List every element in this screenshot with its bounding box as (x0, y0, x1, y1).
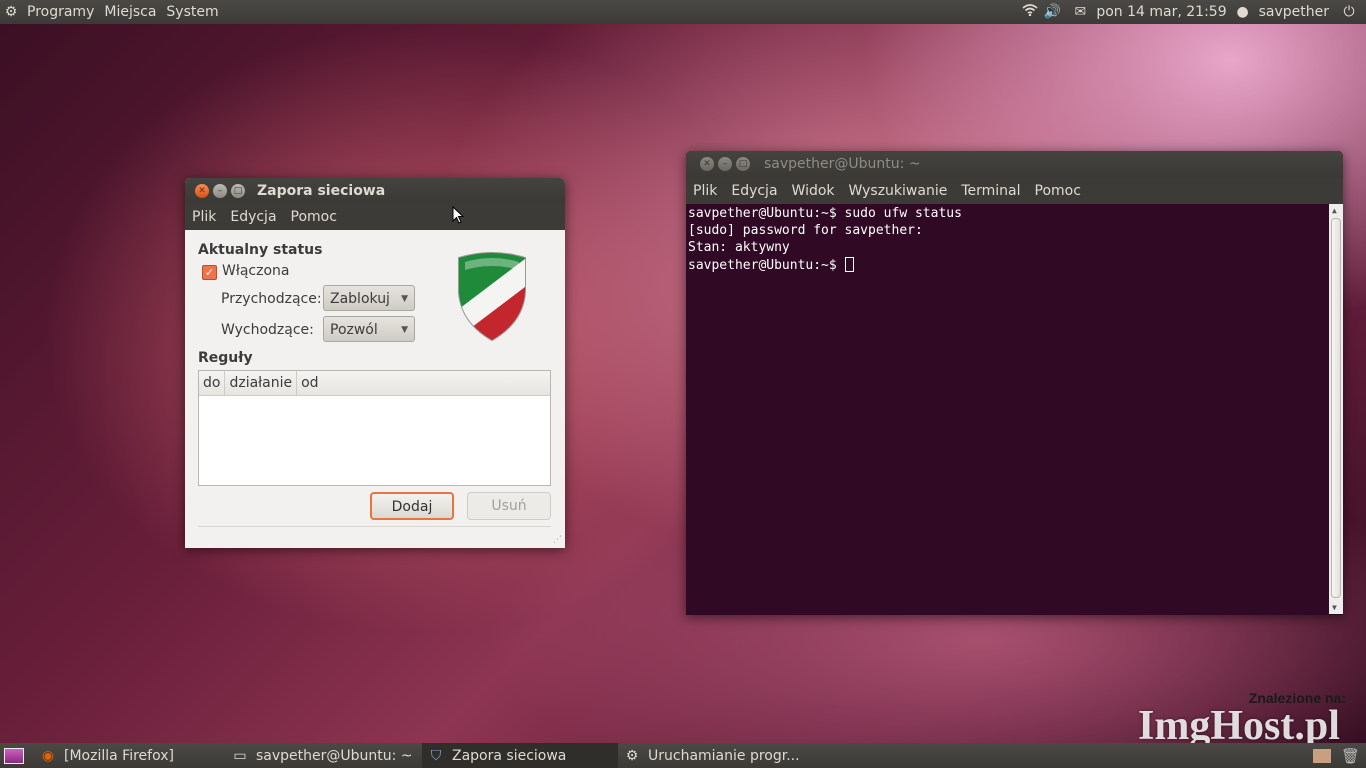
scrollbar-thumb[interactable] (1331, 218, 1341, 598)
minimize-icon[interactable]: – (718, 157, 732, 171)
column-dzialanie[interactable]: działanie (225, 371, 298, 395)
task-launching[interactable]: ⚙ Uruchamianie progr... (618, 743, 814, 768)
task-firewall[interactable]: ⛉ Zapora sieciowa (422, 743, 618, 768)
menu-programy[interactable]: Programy (22, 4, 99, 20)
task-label: [Mozilla Firefox] (64, 747, 174, 764)
menu-miejsca[interactable]: Miejsca (99, 4, 161, 20)
top-panel: ⚙ Programy Miejsca System 🔊 ✉ pon 14 mar… (0, 0, 1366, 24)
column-od[interactable]: od (297, 371, 322, 395)
incoming-label: Przychodzące: (221, 291, 322, 307)
resize-grip-icon[interactable]: ⋰ (553, 535, 562, 545)
firewall-titlebar[interactable]: ✕ – □ Zapora sieciowa (185, 178, 565, 204)
incoming-value: Zablokuj (330, 291, 390, 307)
terminal-titlebar[interactable]: ✕ – □ savpether@Ubuntu: ~ (686, 151, 1343, 177)
watermark: Znalezione na: ImgHost.pl (1138, 690, 1358, 749)
separator (198, 526, 551, 527)
menu-plik[interactable]: Plik (185, 209, 223, 225)
task-label: savpether@Ubuntu: ~ (256, 747, 413, 764)
firewall-shield-icon (458, 252, 526, 342)
wifi-icon[interactable] (1019, 4, 1041, 20)
show-desktop-button[interactable] (0, 743, 34, 768)
task-terminal[interactable]: ▭ savpether@Ubuntu: ~ (226, 743, 422, 768)
window-title: Zapora sieciowa (257, 183, 386, 199)
indicator-area: 🔊 ✉ pon 14 mar, 21:59 ● savpether ⏻ (1019, 4, 1366, 20)
terminal-scrollbar[interactable]: ▲ ▼ (1329, 204, 1343, 614)
maximize-icon[interactable]: □ (736, 157, 750, 171)
user-name[interactable]: savpether (1254, 4, 1334, 20)
scroll-down-icon[interactable]: ▼ (1332, 603, 1337, 612)
terminal-menubar: Plik Edycja Widok Wyszukiwanie Terminal … (686, 177, 1343, 204)
desktop-icon (4, 747, 24, 764)
menu-terminal[interactable]: Terminal (954, 183, 1027, 199)
window-title: savpether@Ubuntu: ~ (764, 156, 921, 172)
rules-table[interactable]: do działanie od (198, 370, 551, 486)
menu-edycja[interactable]: Edycja (724, 183, 784, 199)
terminal-output[interactable]: savpether@Ubuntu:~$ sudo ufw status [sud… (686, 204, 1343, 614)
mail-icon[interactable]: ✉ (1069, 4, 1091, 20)
outgoing-value: Pozwól (330, 322, 378, 338)
outgoing-select[interactable]: Pozwól ▼ (323, 316, 415, 342)
tray-right: 🗑 (1312, 747, 1360, 765)
add-button[interactable]: Dodaj (370, 492, 454, 520)
status-heading: Aktualny status (198, 242, 323, 258)
menu-wyszukiwanie[interactable]: Wyszukiwanie (842, 183, 955, 199)
enabled-label: Włączona (222, 263, 290, 279)
bottom-panel: ◉ [Mozilla Firefox] ▭ savpether@Ubuntu: … (0, 743, 1366, 768)
menu-edycja[interactable]: Edycja (223, 209, 283, 225)
terminal-line: savpether@Ubuntu:~$ sudo ufw status (688, 206, 962, 221)
chevron-down-icon: ▼ (401, 294, 408, 304)
terminal-line: Stan: aktywny (688, 240, 790, 255)
task-firefox[interactable]: ◉ [Mozilla Firefox] (34, 743, 226, 768)
shield-icon: ⛉ (430, 747, 442, 764)
workspace-switcher-icon[interactable] (1312, 748, 1331, 763)
prompt-text: savpether@Ubuntu:~$ (688, 258, 845, 273)
rules-heading: Reguły (198, 350, 253, 366)
menu-widok[interactable]: Widok (785, 183, 842, 199)
volume-icon[interactable]: 🔊 (1041, 4, 1063, 20)
menu-system[interactable]: System (161, 4, 223, 20)
terminal-icon: ▭ (233, 747, 247, 764)
enabled-checkbox[interactable]: ✓ (202, 265, 217, 280)
user-status-icon[interactable]: ● (1232, 4, 1254, 20)
rules-table-header: do działanie od (199, 371, 550, 396)
firefox-icon: ◉ (41, 747, 55, 764)
menu-pomoc[interactable]: Pomoc (1028, 183, 1088, 199)
watermark-line1: Znalezione na: (1248, 690, 1346, 706)
terminal-prompt: savpether@Ubuntu:~$ (688, 257, 854, 273)
firewall-menubar: Plik Edycja Pomoc (185, 204, 565, 230)
mouse-pointer-icon (452, 205, 465, 228)
task-label: Uruchamianie progr... (648, 747, 800, 764)
chevron-down-icon: ▼ (401, 325, 408, 335)
firewall-body: Aktualny status ✓ Włączona Przychodzące:… (185, 230, 565, 548)
text-cursor (844, 257, 854, 272)
trash-icon[interactable]: 🗑 (1341, 747, 1360, 765)
firewall-window: ✕ – □ Zapora sieciowa Plik Edycja Pomoc … (185, 178, 565, 548)
scroll-up-icon[interactable]: ▲ (1332, 206, 1337, 215)
minimize-icon[interactable]: – (213, 184, 227, 198)
terminal-window: ✕ – □ savpether@Ubuntu: ~ Plik Edycja Wi… (686, 151, 1343, 615)
column-do[interactable]: do (199, 371, 226, 395)
task-label: Zapora sieciowa (452, 747, 567, 764)
clock[interactable]: pon 14 mar, 21:59 (1091, 4, 1231, 20)
terminal-line: [sudo] password for savpether: (688, 223, 923, 238)
power-icon[interactable]: ⏻ (1338, 4, 1360, 20)
incoming-select[interactable]: Zablokuj ▼ (323, 285, 415, 311)
close-icon[interactable]: ✕ (195, 184, 209, 198)
remove-button[interactable]: Usuń (467, 492, 551, 520)
maximize-icon[interactable]: □ (231, 184, 245, 198)
close-icon[interactable]: ✕ (700, 157, 714, 171)
ubuntu-logo-icon[interactable]: ⚙ (0, 4, 22, 20)
outgoing-label: Wychodzące: (221, 322, 314, 338)
gear-icon: ⚙ (625, 747, 639, 764)
menu-pomoc[interactable]: Pomoc (284, 209, 344, 225)
menu-plik[interactable]: Plik (686, 183, 724, 199)
